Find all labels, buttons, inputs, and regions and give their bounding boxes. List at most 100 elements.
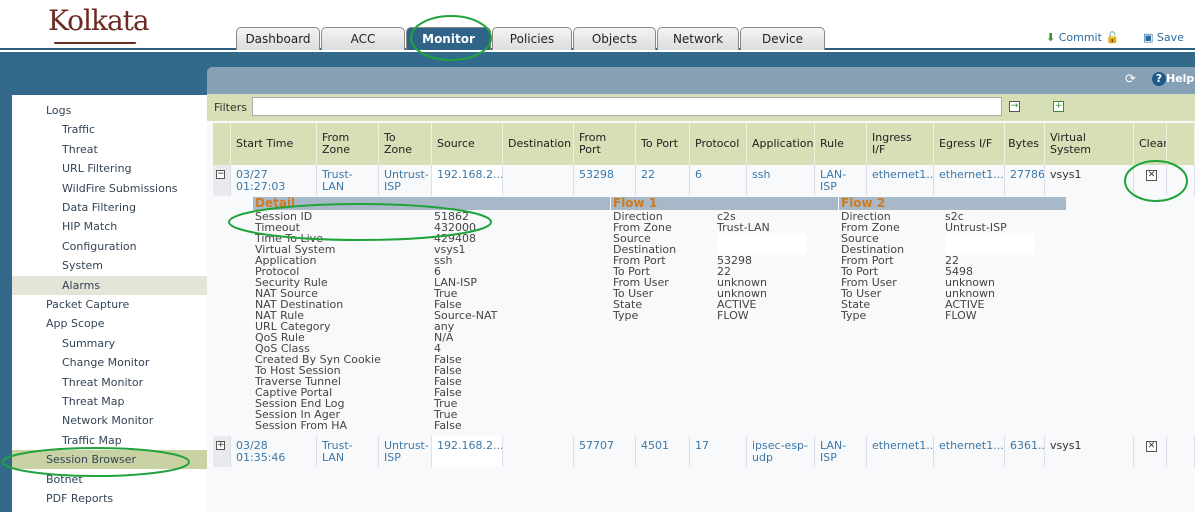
sidebar-item-hip-match[interactable]: HIP Match [12,217,207,236]
column-header-rule[interactable]: Rule [815,123,867,165]
table-cell: 192.168.2.... [432,436,503,467]
table-cell: ethernet1... [867,436,934,467]
column-header-application[interactable]: Application [747,123,815,165]
table-cell: 53298 [574,165,636,196]
row-filler [1167,165,1195,196]
detail-value: False [434,419,462,432]
column-header-ingress-i-f[interactable]: Ingress I/F [867,123,934,165]
commit-button[interactable]: ⬇ Commit 🔓 [1046,31,1119,44]
tab-monitor[interactable]: Monitor [406,27,491,50]
header-filler [1167,123,1195,165]
table-cell: ethernet1... [867,165,934,196]
sidebar-item-traffic-map[interactable]: Traffic Map [12,431,207,450]
tab-policies[interactable]: Policies [492,27,572,50]
session-browser-panel: ⟳ ? Help Filters → + Start Time From Zone T… [207,67,1195,512]
help-button[interactable]: ? Help [1152,72,1194,86]
tab-device[interactable]: Device [740,27,825,50]
redacted-address [945,233,1035,255]
column-header-start-time[interactable]: Start Time [231,123,317,165]
table-cell: LAN-ISP [815,165,867,196]
sidebar-item-logs[interactable]: Logs [12,101,207,120]
sidebar-item-app-scope[interactable]: App Scope [12,314,207,333]
sidebar-item-alarms[interactable]: Alarms [12,275,207,295]
table-cell: Trust-LAN [317,436,379,467]
add-filter-icon[interactable]: + [1053,101,1064,112]
column-header-destination[interactable]: Destination [503,123,574,165]
table-cell: 22 [636,165,690,196]
sidebar: Logs Traffic Threat URL Filtering WildFire S… [12,95,207,512]
table-cell [503,165,574,196]
sidebar-item-pdf-reports[interactable]: PDF Reports [12,489,207,508]
sidebar-item-threat-map[interactable]: Threat Map [12,392,207,411]
sidebar-item-summary[interactable]: Summary [12,334,207,353]
table-cell: 192.168.2.... [432,165,503,196]
sidebar-item-data-filtering[interactable]: Data Filtering [12,198,207,217]
save-icon: ▣ [1143,31,1154,44]
logo: Kolkata [48,4,150,44]
header-expand [213,123,231,165]
table-cell: LAN-ISP [815,436,867,467]
column-header-to-zone[interactable]: To Zone [379,123,432,165]
collapse-icon[interactable]: − [216,170,225,179]
top-bar: Kolkata ⬇ Commit 🔓 ▣ Save Dashboard ACC Mo… [0,0,1195,50]
sidebar-item-url-filtering[interactable]: URL Filtering [12,159,207,178]
column-header-source[interactable]: Source [432,123,503,165]
expand-icon[interactable]: + [216,441,225,450]
column-header-virtual-system[interactable]: Virtual System [1045,123,1134,165]
table-cell: ipsec-esp-udp [747,436,815,467]
clear-session-icon[interactable]: ✕ [1146,170,1157,181]
table-cell: 03/27 01:27:03 [231,165,317,196]
sidebar-item-session-browser[interactable]: Session Browser [12,450,207,470]
tab-objects[interactable]: Objects [573,27,656,50]
save-button[interactable]: ▣ Save [1143,31,1184,44]
tab-network[interactable]: Network [657,27,739,50]
refresh-icon[interactable]: ⟳ [1125,72,1136,87]
sidebar-item-packet-capture[interactable]: Packet Capture [12,295,207,314]
column-header-to-port[interactable]: To Port [636,123,690,165]
row-expander: + [213,436,231,467]
filter-bar: Filters → + [207,94,1195,121]
table-cell: ssh [747,165,815,196]
table-cell: ethernet1... [934,165,1005,196]
table-cell: Trust-LAN [317,165,379,196]
panel-toolbar: ⟳ ? Help [207,67,1195,94]
sidebar-item-threat[interactable]: Threat [12,140,207,159]
clear-session-icon[interactable]: ✕ [1146,441,1157,452]
detail-label: Session From HA [255,419,348,432]
column-header-egress-i-f[interactable]: Egress I/F [934,123,1005,165]
help-icon: ? [1152,72,1166,86]
table-cell: Untrust-ISP [379,436,432,467]
lock-icon[interactable]: 🔓 [1105,31,1119,44]
detail-value: FLOW [945,309,977,322]
sidebar-item-wildfire-submissions[interactable]: WildFire Submissions [12,179,207,198]
tab-acc[interactable]: ACC [321,27,405,50]
table-cell: vsys1 [1045,436,1134,467]
tab-dashboard[interactable]: Dashboard [236,27,320,50]
detail-label: Type [841,309,867,322]
filters-label: Filters [214,101,247,114]
column-header-from-zone[interactable]: From Zone [317,123,379,165]
apply-filter-icon[interactable]: → [1009,101,1020,112]
table-cell: 6361... [1005,436,1045,467]
sidebar-item-threat-monitor[interactable]: Threat Monitor [12,373,207,392]
clear-cell: ✕ [1134,436,1167,467]
flow1-title: Flow 1 [611,197,838,210]
table-cell: 27786 [1005,165,1045,196]
table-cell: ethernet1... [934,436,1005,467]
sidebar-item-botnet[interactable]: Botnet [12,470,207,489]
sidebar-item-system[interactable]: System [12,256,207,275]
sidebar-item-traffic[interactable]: Traffic [12,120,207,139]
column-header-clear[interactable]: Clear [1134,123,1167,165]
filter-input[interactable] [252,97,1002,116]
sidebar-item-network-monitor[interactable]: Network Monitor [12,411,207,430]
sidebar-item-configuration[interactable]: Configuration [12,237,207,256]
detail-value: FLOW [717,309,749,322]
table-cell: 57707 [574,436,636,467]
detail-value: Untrust-ISP [945,221,1007,234]
table-cell [503,436,574,467]
detail-label: Type [613,309,639,322]
sidebar-item-change-monitor[interactable]: Change Monitor [12,353,207,372]
column-header-from-port[interactable]: From Port [574,123,636,165]
column-header-protocol[interactable]: Protocol [690,123,747,165]
column-header-bytes[interactable]: Bytes [1005,123,1045,165]
